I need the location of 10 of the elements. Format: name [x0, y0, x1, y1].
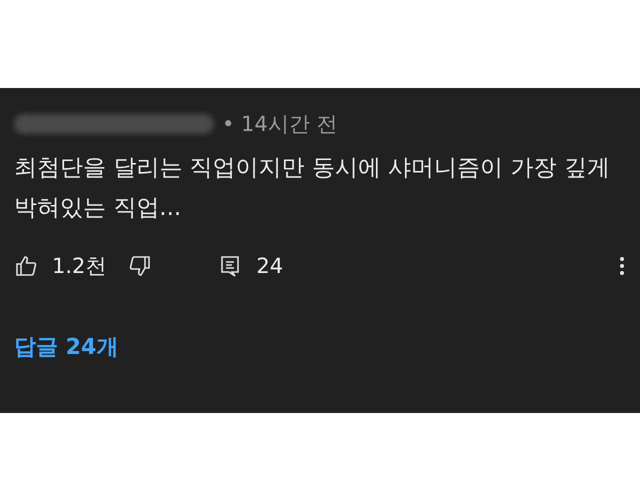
more-button[interactable] [618, 254, 626, 278]
thumbs-up-icon [14, 254, 38, 278]
reply-button[interactable]: 24 [218, 254, 284, 278]
more-icon [618, 254, 626, 278]
comment-time: • 14시간 전 [222, 111, 338, 138]
replies-link[interactable]: 답글 24개 [14, 332, 118, 362]
comment-text: 최첨단을 달리는 직업이지만 동시에 샤머니즘이 가장 깊게 박혀있는 직업... [14, 154, 611, 223]
dislike-button[interactable] [128, 254, 152, 278]
thumbs-down-icon [128, 254, 152, 278]
like-button[interactable]: 1.2천 [14, 252, 106, 280]
